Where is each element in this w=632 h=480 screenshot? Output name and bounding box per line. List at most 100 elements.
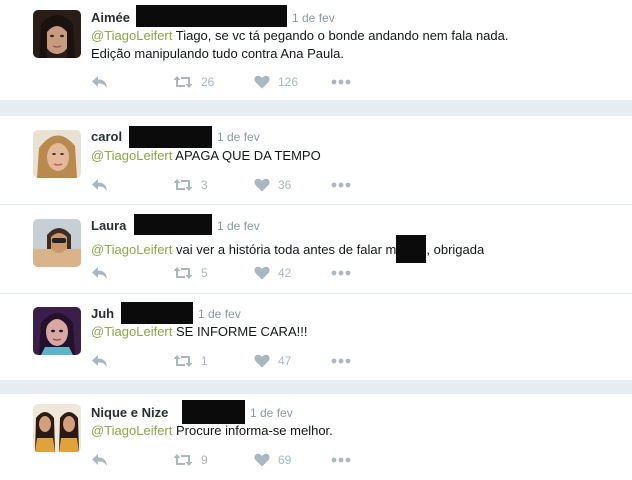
timestamp[interactable]: 1 de fev: [217, 219, 260, 233]
tweet-body: Procure informa-se melhor.: [172, 423, 333, 438]
retweet-count: 9: [201, 453, 208, 467]
reply-icon: [91, 266, 108, 280]
retweet-count: 1: [201, 354, 208, 368]
retweet-button[interactable]: 26: [173, 74, 214, 90]
timestamp[interactable]: 1 de fev: [217, 130, 260, 144]
heart-icon: [254, 178, 270, 192]
user-name[interactable]: Juh: [91, 306, 114, 321]
more-icon: [331, 79, 351, 85]
redaction: [396, 235, 427, 263]
reply-button[interactable]: [91, 452, 108, 468]
more-button[interactable]: [331, 452, 351, 468]
tweet-actions: 26 126: [91, 74, 391, 90]
reply-button[interactable]: [91, 265, 108, 281]
retweet-count: 26: [201, 75, 215, 89]
retweet-button[interactable]: 1: [173, 353, 208, 369]
retweet-button[interactable]: 5: [173, 265, 208, 281]
tweet: Juh 1 de fev @TiagoLeifert SE INFORME CA…: [0, 294, 632, 380]
tweet-text-line2: Edição manipulando tudo contra Ana Paula…: [91, 46, 344, 61]
retweet-button[interactable]: 3: [173, 177, 208, 193]
like-button[interactable]: 126: [254, 74, 298, 90]
tweet-actions: 1 47: [91, 353, 391, 369]
more-button[interactable]: [331, 177, 351, 193]
avatar[interactable]: [33, 10, 81, 58]
mention-link[interactable]: @TiagoLeifert: [91, 242, 172, 257]
more-icon: [331, 457, 351, 463]
heart-icon: [254, 354, 270, 368]
mention-link[interactable]: @TiagoLeifert: [91, 324, 172, 339]
like-count: 126: [278, 75, 299, 89]
more-icon: [331, 358, 351, 364]
reply-icon: [91, 453, 108, 467]
more-button[interactable]: [331, 74, 351, 90]
like-count: 69: [278, 453, 292, 467]
tweet-text: @TiagoLeifert SE INFORME CARA!!!: [91, 323, 307, 341]
redaction: [182, 400, 245, 424]
retweet-icon: [173, 75, 193, 89]
retweet-count: 5: [201, 266, 208, 280]
tweet: carol 1 de fev @TiagoLeifert APAGA QUE D…: [0, 116, 632, 204]
timestamp[interactable]: 1 de fev: [250, 406, 293, 420]
retweet-icon: [173, 354, 193, 368]
timeline-gap: [0, 380, 632, 394]
timeline-gap: [0, 100, 632, 116]
reply-button[interactable]: [91, 74, 108, 90]
retweet-button[interactable]: 9: [173, 452, 208, 468]
reply-button[interactable]: [91, 353, 108, 369]
redaction: [129, 126, 212, 148]
tweet: Aimée 1 de fev @TiagoLeifert Tiago, se v…: [0, 0, 632, 100]
user-name[interactable]: Aimée: [91, 10, 130, 25]
tweet-body: APAGA QUE DA TEMPO: [172, 148, 321, 163]
heart-icon: [254, 453, 270, 467]
redaction: [136, 5, 287, 27]
reply-icon: [91, 354, 108, 368]
retweet-count: 3: [201, 178, 208, 192]
tweet-text: @TiagoLeifert vai ver a história toda an…: [91, 235, 484, 263]
like-button[interactable]: 42: [254, 265, 291, 281]
tweet-body: Tiago, se vc tá pegando o bonde andando …: [172, 28, 509, 43]
more-icon: [331, 182, 351, 188]
tweet-text: @TiagoLeifert APAGA QUE DA TEMPO: [91, 147, 321, 165]
reply-button[interactable]: [91, 177, 108, 193]
tweet: Nique e Nize 1 de fev @TiagoLeifert Proc…: [0, 394, 632, 480]
timestamp[interactable]: 1 de fev: [198, 307, 241, 321]
retweet-icon: [173, 266, 193, 280]
avatar[interactable]: [33, 307, 81, 355]
tweet-body-end: , obrigada: [426, 242, 485, 257]
like-button[interactable]: 69: [254, 452, 291, 468]
tweet-actions: 5 42: [91, 265, 391, 281]
like-button[interactable]: 36: [254, 177, 291, 193]
like-count: 47: [278, 354, 292, 368]
like-button[interactable]: 47: [254, 353, 291, 369]
user-name[interactable]: carol: [91, 129, 122, 144]
tweet-actions: 3 36: [91, 177, 391, 193]
user-name[interactable]: Laura: [91, 218, 126, 233]
more-button[interactable]: [331, 353, 351, 369]
avatar[interactable]: [33, 404, 81, 452]
mention-link[interactable]: @TiagoLeifert: [91, 148, 172, 163]
more-icon: [331, 270, 351, 276]
tweet-body: SE INFORME CARA!!!: [172, 324, 308, 339]
tweet: Laura 1 de fev @TiagoLeifert vai ver a h…: [0, 205, 632, 293]
heart-icon: [254, 75, 270, 89]
like-count: 36: [278, 178, 292, 192]
heart-icon: [254, 266, 270, 280]
reply-icon: [91, 178, 108, 192]
tweet-body: vai ver a história toda antes de falar m: [172, 242, 397, 257]
tweet-text: @TiagoLeifert Tiago, se vc tá pegando o …: [91, 27, 508, 45]
mention-link[interactable]: @TiagoLeifert: [91, 423, 172, 438]
mention-link[interactable]: @TiagoLeifert: [91, 28, 172, 43]
tweet-text: @TiagoLeifert Procure informa-se melhor.: [91, 422, 333, 440]
user-name[interactable]: Nique e Nize: [91, 405, 168, 420]
redaction: [134, 214, 212, 235]
timestamp[interactable]: 1 de fev: [292, 11, 335, 25]
redaction: [121, 302, 193, 324]
like-count: 42: [278, 266, 292, 280]
reply-icon: [91, 75, 108, 89]
more-button[interactable]: [331, 265, 351, 281]
retweet-icon: [173, 453, 193, 467]
avatar[interactable]: [33, 219, 81, 267]
avatar[interactable]: [33, 130, 81, 178]
retweet-icon: [173, 178, 193, 192]
tweet-actions: 9 69: [91, 452, 391, 468]
